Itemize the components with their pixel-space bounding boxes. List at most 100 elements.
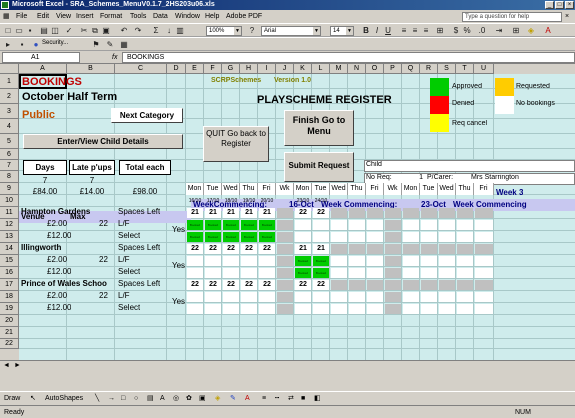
menu-edit[interactable]: Edit bbox=[37, 10, 49, 23]
booking-select-cell[interactable] bbox=[367, 304, 383, 314]
preview-icon[interactable]: ◫ bbox=[51, 27, 59, 35]
booking-select-cell[interactable] bbox=[439, 256, 455, 266]
menu-window[interactable]: Window bbox=[175, 10, 200, 23]
booking-select-cell[interactable] bbox=[331, 304, 347, 314]
booking-select-cell[interactable] bbox=[295, 304, 311, 314]
booking-select-cell[interactable] bbox=[331, 220, 347, 230]
booking-select-cell[interactable] bbox=[439, 268, 455, 278]
booking-select-cell[interactable] bbox=[457, 304, 473, 314]
booking-select-cell[interactable] bbox=[439, 304, 455, 314]
booking-select-cell[interactable] bbox=[259, 292, 275, 302]
column-header-e[interactable]: E bbox=[186, 64, 204, 74]
row-header-1[interactable]: 1 bbox=[0, 74, 19, 89]
font-select[interactable]: Arial ▼ bbox=[261, 26, 321, 36]
tab-scroll-last-icon[interactable]: ► bbox=[14, 362, 21, 369]
formula-input[interactable]: BOOKINGS bbox=[122, 52, 575, 63]
booking-select-cell[interactable] bbox=[385, 232, 401, 242]
booking-select-cell[interactable] bbox=[403, 304, 419, 314]
row-header-14[interactable]: 14 bbox=[0, 243, 19, 255]
next-category-button[interactable]: Next Category bbox=[111, 108, 183, 123]
sum-icon[interactable]: Σ bbox=[152, 27, 160, 35]
booking-select-cell[interactable] bbox=[205, 292, 221, 302]
booking-select-cell[interactable] bbox=[241, 268, 257, 278]
undo-icon[interactable]: ↶ bbox=[120, 27, 128, 35]
bold-icon[interactable]: B bbox=[362, 27, 370, 35]
booking-select-cell[interactable] bbox=[475, 232, 493, 242]
fill-color-icon[interactable]: ◈ bbox=[215, 392, 220, 406]
booking-select-cell[interactable] bbox=[403, 268, 419, 278]
column-header-i[interactable]: I bbox=[258, 64, 276, 74]
booking-select-cell[interactable] bbox=[349, 304, 365, 314]
booking-select-cell[interactable] bbox=[295, 292, 311, 302]
picture-icon[interactable]: ▣ bbox=[199, 392, 206, 406]
booking-select-cell[interactable] bbox=[457, 256, 473, 266]
row-header-4[interactable]: 4 bbox=[0, 119, 19, 134]
open-icon[interactable]: ▭ bbox=[15, 27, 23, 35]
booked-cell[interactable]: Booked bbox=[241, 220, 257, 230]
menu-help[interactable]: Help bbox=[205, 10, 219, 23]
underline-icon[interactable]: U bbox=[384, 27, 392, 35]
draw-menu[interactable]: Draw bbox=[4, 392, 20, 406]
booking-select-cell[interactable] bbox=[295, 220, 311, 230]
save-icon[interactable]: ▪ bbox=[26, 27, 34, 35]
booking-select-cell[interactable] bbox=[331, 232, 347, 242]
row-header-2[interactable]: 2 bbox=[0, 89, 19, 104]
currency-icon[interactable]: $ bbox=[452, 27, 460, 35]
booked-cell[interactable]: Booked bbox=[259, 232, 275, 242]
column-header-j[interactable]: J bbox=[276, 64, 294, 74]
arrow-style-icon[interactable]: ⇄ bbox=[288, 392, 294, 406]
booking-select-cell[interactable] bbox=[385, 268, 401, 278]
cut-icon[interactable]: ✂ bbox=[80, 27, 88, 35]
fx-icon[interactable]: fx bbox=[112, 52, 117, 63]
booking-select-cell[interactable] bbox=[277, 232, 293, 242]
booking-select-cell[interactable] bbox=[349, 268, 365, 278]
font-color-icon[interactable]: A bbox=[544, 27, 552, 35]
menu-file[interactable]: File bbox=[16, 10, 27, 23]
column-header-g[interactable]: G bbox=[222, 64, 240, 74]
booking-select-cell[interactable] bbox=[259, 268, 275, 278]
doc-close-icon[interactable]: × bbox=[565, 13, 569, 20]
booked-cell[interactable]: Booked bbox=[187, 220, 203, 230]
dash-style-icon[interactable]: ┅ bbox=[275, 392, 279, 406]
booked-cell[interactable]: Booked bbox=[259, 220, 275, 230]
pdf-icon[interactable]: ▸ bbox=[4, 41, 12, 49]
arrow-icon[interactable]: → bbox=[108, 392, 115, 406]
booking-select-cell[interactable] bbox=[439, 292, 455, 302]
diagram-icon[interactable]: ◎ bbox=[173, 392, 179, 406]
row-header-16[interactable]: 16 bbox=[0, 267, 19, 279]
booking-select-cell[interactable] bbox=[277, 256, 293, 266]
booking-select-cell[interactable] bbox=[367, 220, 383, 230]
booking-select-cell[interactable] bbox=[259, 256, 275, 266]
quit-button[interactable]: QUIT Go back to Register bbox=[203, 126, 269, 162]
vb-icon[interactable]: ▦ bbox=[120, 41, 128, 49]
booking-select-cell[interactable] bbox=[331, 268, 347, 278]
booked-cell[interactable]: Booked bbox=[205, 232, 221, 242]
booking-select-cell[interactable] bbox=[385, 304, 401, 314]
column-header-u[interactable]: U bbox=[474, 64, 494, 74]
booking-select-cell[interactable] bbox=[277, 220, 293, 230]
booking-select-cell[interactable] bbox=[367, 292, 383, 302]
select-all-corner[interactable] bbox=[0, 64, 19, 74]
row-header-18[interactable]: 18 bbox=[0, 291, 19, 303]
column-header-r[interactable]: R bbox=[420, 64, 438, 74]
column-header-p[interactable]: P bbox=[384, 64, 402, 74]
controls-icon[interactable]: ⚑ bbox=[92, 41, 100, 49]
booking-select-cell[interactable] bbox=[421, 304, 437, 314]
menu-adobe-pdf[interactable]: Adobe PDF bbox=[226, 10, 262, 23]
select-objects-icon[interactable]: ↖ bbox=[30, 392, 36, 406]
booking-select-cell[interactable] bbox=[457, 292, 473, 302]
booking-select-cell[interactable] bbox=[241, 256, 257, 266]
booking-select-cell[interactable] bbox=[403, 292, 419, 302]
column-header-c[interactable]: C bbox=[115, 64, 167, 74]
booking-select-cell[interactable] bbox=[205, 256, 221, 266]
booking-select-cell[interactable] bbox=[223, 304, 239, 314]
submit-request-button[interactable]: Submit Request bbox=[284, 152, 354, 182]
column-header-b[interactable]: B bbox=[67, 64, 115, 74]
copy-icon[interactable]: ⧉ bbox=[91, 27, 99, 35]
decrease-decimal-icon[interactable]: .0 bbox=[478, 27, 486, 35]
row-header-22[interactable]: 22 bbox=[0, 339, 19, 349]
booked-cell[interactable]: Booked bbox=[313, 256, 329, 266]
sheet-doc-icon[interactable]: ▦ bbox=[3, 10, 10, 23]
booking-select-cell[interactable] bbox=[367, 256, 383, 266]
booking-select-cell[interactable] bbox=[259, 304, 275, 314]
